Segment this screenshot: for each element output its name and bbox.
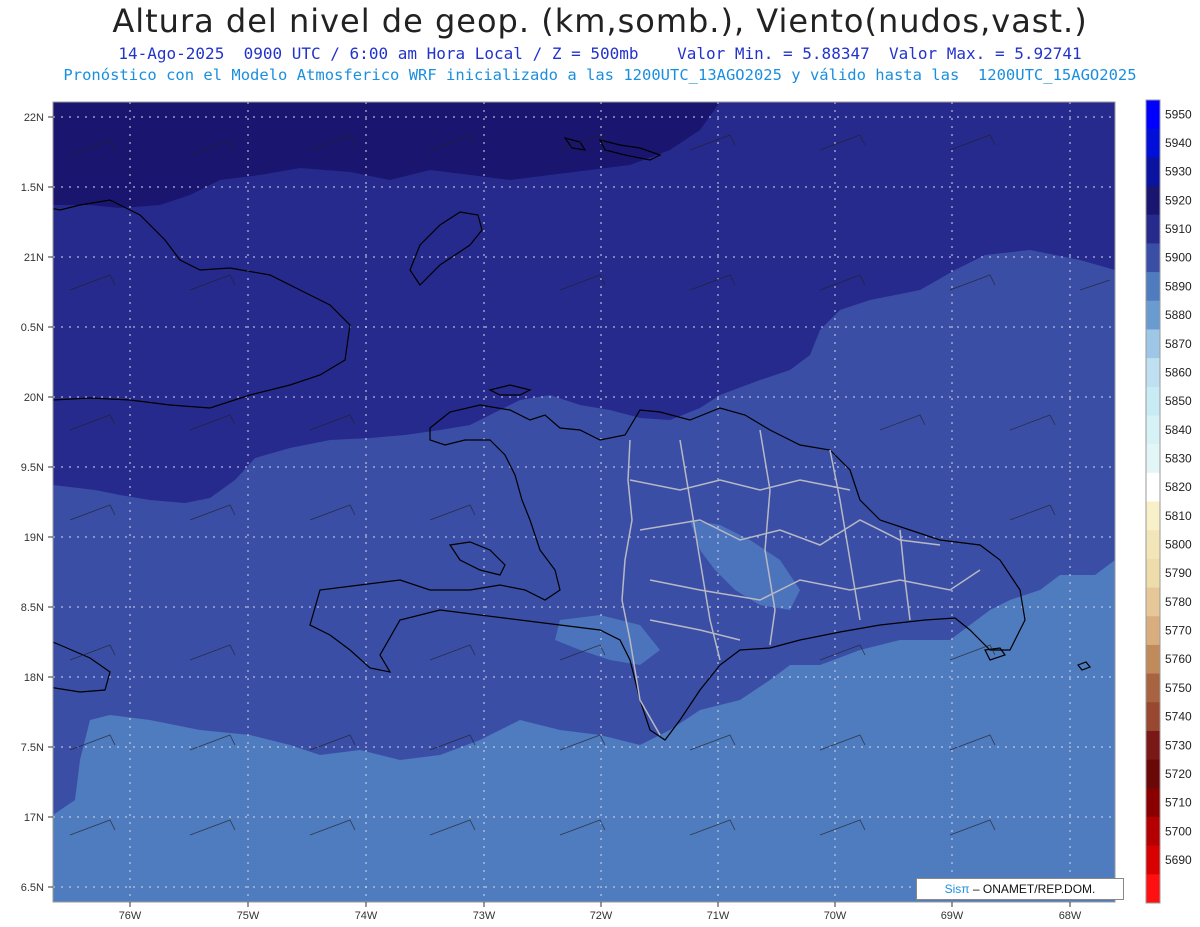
colorbar-swatch (1146, 788, 1160, 818)
colorbar-level-label: 5720 (1165, 767, 1192, 781)
colorbar-swatch (1146, 415, 1160, 445)
lon-label: 69W (941, 910, 964, 922)
colorbar (1145, 99, 1161, 904)
lat-label: 1.5N (21, 182, 44, 194)
colorbar-swatch (1146, 472, 1160, 502)
credit-org: – ONAMET/REP.DOM. (972, 882, 1096, 896)
lon-label: 75W (237, 910, 260, 922)
lon-label: 71W (707, 910, 730, 922)
colorbar-swatch (1146, 845, 1160, 875)
lat-label: 18N (24, 672, 44, 684)
colorbar-swatch (1146, 587, 1160, 617)
colorbar-swatch (1146, 329, 1160, 359)
lat-label: 22N (24, 112, 44, 124)
colorbar-swatch (1146, 300, 1160, 330)
colorbar-level-label: 5770 (1165, 624, 1192, 638)
colorbar-swatch (1146, 358, 1160, 388)
lat-label: 9.5N (21, 462, 44, 474)
colorbar-level-label: 5700 (1165, 824, 1192, 838)
lon-axis: 76W 75W 74W 73W 72W 71W 70W 69W 68W (119, 902, 1082, 922)
colorbar-swatch (1146, 100, 1160, 130)
colorbar-swatch (1146, 243, 1160, 273)
colorbar-level-label: 5800 (1165, 538, 1192, 552)
sis-logo-text: Sisπ (944, 882, 970, 896)
colorbar-level-label: 5910 (1165, 222, 1192, 236)
lon-label: 73W (473, 910, 496, 922)
colorbar-swatch (1146, 444, 1160, 474)
colorbar-level-label: 5760 (1165, 652, 1192, 666)
colorbar-level-label: 5890 (1165, 279, 1192, 293)
lon-label: 72W (590, 910, 613, 922)
colorbar-labels: 5950 5940 5930 5920 5910 5900 5890 5880 5870 5860… (1165, 107, 1192, 867)
colorbar-level-label: 5780 (1165, 595, 1192, 609)
colorbar-level-label: 5940 (1165, 136, 1192, 150)
colorbar-swatch (1146, 616, 1160, 646)
colorbar-level-label: 5850 (1165, 394, 1192, 408)
colorbar-level-label: 5810 (1165, 509, 1192, 523)
geopotential-map (53, 102, 1115, 902)
lon-label: 68W (1059, 910, 1082, 922)
colorbar-swatch (1146, 730, 1160, 761)
colorbar-level-label: 5730 (1165, 738, 1192, 752)
colorbar-swatch (1146, 644, 1160, 675)
colorbar-level-label: 5690 (1165, 853, 1192, 867)
lon-label: 70W (824, 910, 847, 922)
colorbar-level-label: 5900 (1165, 251, 1192, 265)
colorbar-level-label: 5930 (1165, 165, 1192, 179)
lat-label: 7.5N (21, 742, 44, 754)
lat-label: 19N (24, 532, 44, 544)
lon-label: 76W (119, 910, 142, 922)
lat-label: 17N (24, 812, 44, 824)
colorbar-level-label: 5870 (1165, 337, 1192, 351)
colorbar-swatch (1146, 128, 1160, 158)
colorbar-level-label: 5920 (1165, 193, 1192, 207)
credit-box: Sisπ – ONAMET/REP.DOM. (916, 878, 1124, 900)
colorbar-swatch (1146, 759, 1160, 789)
colorbar-swatch (1146, 530, 1160, 560)
colorbar-swatch (1146, 186, 1160, 216)
colorbar-level-label: 5740 (1165, 710, 1192, 724)
colorbar-level-label: 5880 (1165, 308, 1192, 322)
colorbar-swatch (1146, 386, 1160, 416)
colorbar-swatch (1146, 874, 1160, 904)
lon-label: 74W (355, 910, 378, 922)
colorbar-swatch (1146, 558, 1160, 589)
colorbar-level-label: 5790 (1165, 566, 1192, 580)
colorbar-swatch (1146, 673, 1160, 703)
lat-label: 20N (24, 392, 44, 404)
colorbar-swatch (1146, 816, 1160, 847)
colorbar-level-label: 5830 (1165, 451, 1192, 465)
colorbar-level-label: 5820 (1165, 480, 1192, 494)
lat-label: 6.5N (21, 882, 44, 894)
colorbar-swatch (1146, 501, 1160, 531)
colorbar-level-label: 5950 (1165, 107, 1192, 121)
colorbar-level-label: 5860 (1165, 365, 1192, 379)
colorbar-swatch (1146, 702, 1160, 732)
lat-axis: 22N 1.5N 21N 0.5N 20N 9.5N 19N 8.5N 18N … (21, 112, 53, 894)
lat-label: 0.5N (21, 322, 44, 334)
colorbar-level-label: 5710 (1165, 796, 1192, 810)
map-figure: 22N 1.5N 21N 0.5N 20N 9.5N 19N 8.5N 18N … (21, 99, 1192, 922)
colorbar-swatch (1146, 214, 1160, 244)
colorbar-swatch (1146, 272, 1160, 302)
colorbar-swatch (1146, 157, 1160, 187)
lat-label: 8.5N (21, 602, 44, 614)
colorbar-level-label: 5750 (1165, 681, 1192, 695)
colorbar-level-label: 5840 (1165, 423, 1192, 437)
lat-label: 21N (24, 252, 44, 264)
